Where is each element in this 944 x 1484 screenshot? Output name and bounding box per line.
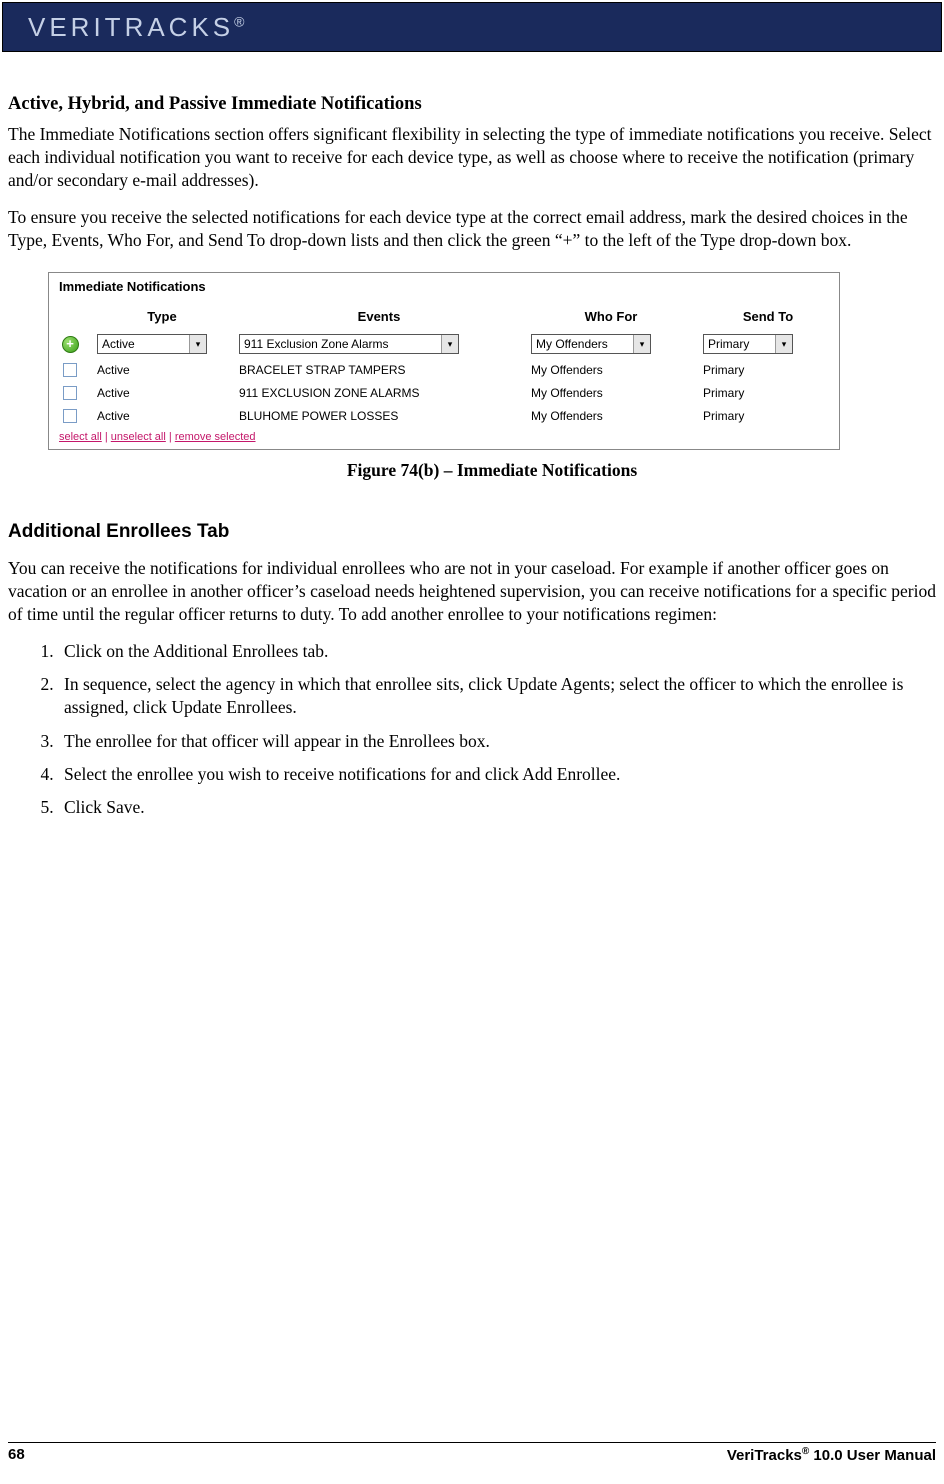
add-button[interactable]: +: [62, 336, 79, 353]
col-sendto: Send To: [697, 308, 839, 330]
input-row: + Active ▾ 911 Exclusion Zone Alarms ▾: [49, 330, 839, 358]
brand-logo: VERITRACKS®: [28, 12, 244, 43]
table-row: Active BRACELET STRAP TAMPERS My Offende…: [49, 358, 839, 381]
notifications-table: Type Events Who For Send To + Active ▾: [49, 308, 839, 426]
row-checkbox[interactable]: [63, 386, 77, 400]
chevron-down-icon: ▾: [775, 335, 792, 353]
figure-wrap: Immediate Notifications Type Events Who …: [48, 272, 936, 480]
table-row: Active 911 EXCLUSION ZONE ALARMS My Offe…: [49, 381, 839, 404]
cell-type: Active: [91, 358, 233, 381]
panel-title: Immediate Notifications: [49, 277, 839, 308]
cell-whofor: My Offenders: [525, 404, 697, 427]
cell-sendto: Primary: [697, 358, 839, 381]
section-heading-enrollees: Additional Enrollees Tab: [8, 521, 936, 543]
section1-para1: The Immediate Notifications section offe…: [8, 123, 936, 192]
chevron-down-icon: ▾: [441, 335, 458, 353]
list-item: The enrollee for that officer will appea…: [58, 730, 936, 753]
type-dropdown[interactable]: Active ▾: [97, 334, 207, 354]
cell-type: Active: [91, 404, 233, 427]
list-item: In sequence, select the agency in which …: [58, 673, 936, 719]
type-dropdown-value: Active: [102, 337, 135, 351]
bulk-action-links: select all | unselect all | remove selec…: [49, 427, 839, 447]
page-body: Active, Hybrid, and Passive Immediate No…: [0, 54, 944, 839]
events-dropdown[interactable]: 911 Exclusion Zone Alarms ▾: [239, 334, 459, 354]
table-header-row: Type Events Who For Send To: [49, 308, 839, 330]
remove-selected-link[interactable]: remove selected: [175, 431, 256, 443]
chevron-down-icon: ▾: [633, 335, 650, 353]
whofor-dropdown[interactable]: My Offenders ▾: [531, 334, 651, 354]
cell-sendto: Primary: [697, 404, 839, 427]
list-item: Click Save.: [58, 796, 936, 819]
table-row: Active BLUHOME POWER LOSSES My Offenders…: [49, 404, 839, 427]
list-item: Click on the Additional Enrollees tab.: [58, 640, 936, 663]
section2-intro: You can receive the notifications for in…: [8, 557, 936, 626]
brand-registered-icon: ®: [234, 13, 244, 29]
sendto-dropdown-value: Primary: [708, 337, 749, 351]
sendto-dropdown[interactable]: Primary ▾: [703, 334, 793, 354]
list-item: Select the enrollee you wish to receive …: [58, 763, 936, 786]
cell-whofor: My Offenders: [525, 358, 697, 381]
figure-caption: Figure 74(b) – Immediate Notifications: [48, 460, 936, 481]
cell-whofor: My Offenders: [525, 381, 697, 404]
immediate-notifications-panel: Immediate Notifications Type Events Who …: [48, 272, 840, 449]
steps-list: Click on the Additional Enrollees tab. I…: [32, 640, 936, 819]
cell-events: 911 EXCLUSION ZONE ALARMS: [233, 381, 525, 404]
page-number: 68: [8, 1446, 25, 1464]
cell-sendto: Primary: [697, 381, 839, 404]
unselect-all-link[interactable]: unselect all: [111, 431, 166, 443]
col-events: Events: [233, 308, 525, 330]
row-checkbox[interactable]: [63, 409, 77, 423]
manual-title: VeriTracks® 10.0 User Manual: [727, 1446, 936, 1464]
select-all-link[interactable]: select all: [59, 431, 102, 443]
events-dropdown-value: 911 Exclusion Zone Alarms: [244, 337, 389, 351]
whofor-dropdown-value: My Offenders: [536, 337, 608, 351]
brand-text: VERITRACKS: [28, 12, 234, 42]
page-footer: 68 VeriTracks® 10.0 User Manual: [8, 1442, 936, 1464]
section1-para2: To ensure you receive the selected notif…: [8, 206, 936, 252]
cell-type: Active: [91, 381, 233, 404]
row-checkbox[interactable]: [63, 363, 77, 377]
chevron-down-icon: ▾: [189, 335, 206, 353]
col-type: Type: [91, 308, 233, 330]
cell-events: BLUHOME POWER LOSSES: [233, 404, 525, 427]
col-whofor: Who For: [525, 308, 697, 330]
cell-events: BRACELET STRAP TAMPERS: [233, 358, 525, 381]
app-header: VERITRACKS®: [2, 2, 942, 52]
section-heading-notifications: Active, Hybrid, and Passive Immediate No…: [8, 94, 936, 115]
